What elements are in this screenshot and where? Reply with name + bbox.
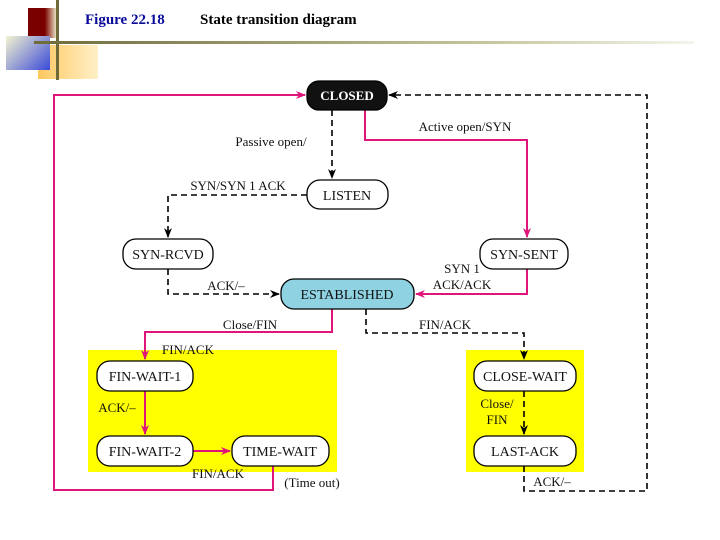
state-label-fin-wait-2: FIN-WAIT-2 — [109, 445, 182, 460]
label-syn1: SYN 1 — [444, 261, 480, 276]
state-label-last-ack: LAST-ACK — [491, 445, 559, 460]
label-close-fin: Close/FIN — [223, 317, 278, 332]
label-fin-ack-fw2: FIN/ACK — [192, 466, 245, 481]
state-label-close-wait: CLOSE-WAIT — [483, 370, 567, 385]
state-diagram: CLOSED LISTEN SYN-RCVD SYN-SENT ESTABLIS… — [53, 80, 648, 492]
label-passive-open: Passive open/ — [235, 134, 307, 149]
label-close-slash: Close/ — [480, 396, 514, 411]
label-fin: FIN — [487, 412, 509, 427]
label-ack-none-last: ACK/– — [533, 474, 571, 489]
state-label-established: ESTABLISHED — [301, 288, 394, 303]
label-syn-synack: SYN/SYN 1 ACK — [190, 178, 286, 193]
edge-listen-synrcvd — [164, 194, 307, 238]
label-fin-ack-passive: FIN/ACK — [419, 317, 472, 332]
label-ack-ack: ACK/ACK — [433, 277, 492, 292]
state-label-closed: CLOSED — [320, 88, 373, 103]
label-active-open: Active open/SYN — [419, 119, 512, 134]
state-label-fin-wait-1: FIN-WAIT-1 — [109, 370, 182, 385]
state-label-syn-sent: SYN-SENT — [490, 248, 558, 263]
label-ack-none-rcvd: ACK/– — [207, 278, 245, 293]
state-label-syn-rcvd: SYN-RCVD — [132, 248, 204, 263]
state-label-time-wait: TIME-WAIT — [243, 445, 317, 460]
state-label-listen: LISTEN — [323, 189, 371, 204]
label-time-out: (Time out) — [284, 475, 340, 490]
label-fin-ack-fw1: FIN/ACK — [162, 342, 215, 357]
label-ack-none-fw1: ACK/– — [98, 400, 136, 415]
